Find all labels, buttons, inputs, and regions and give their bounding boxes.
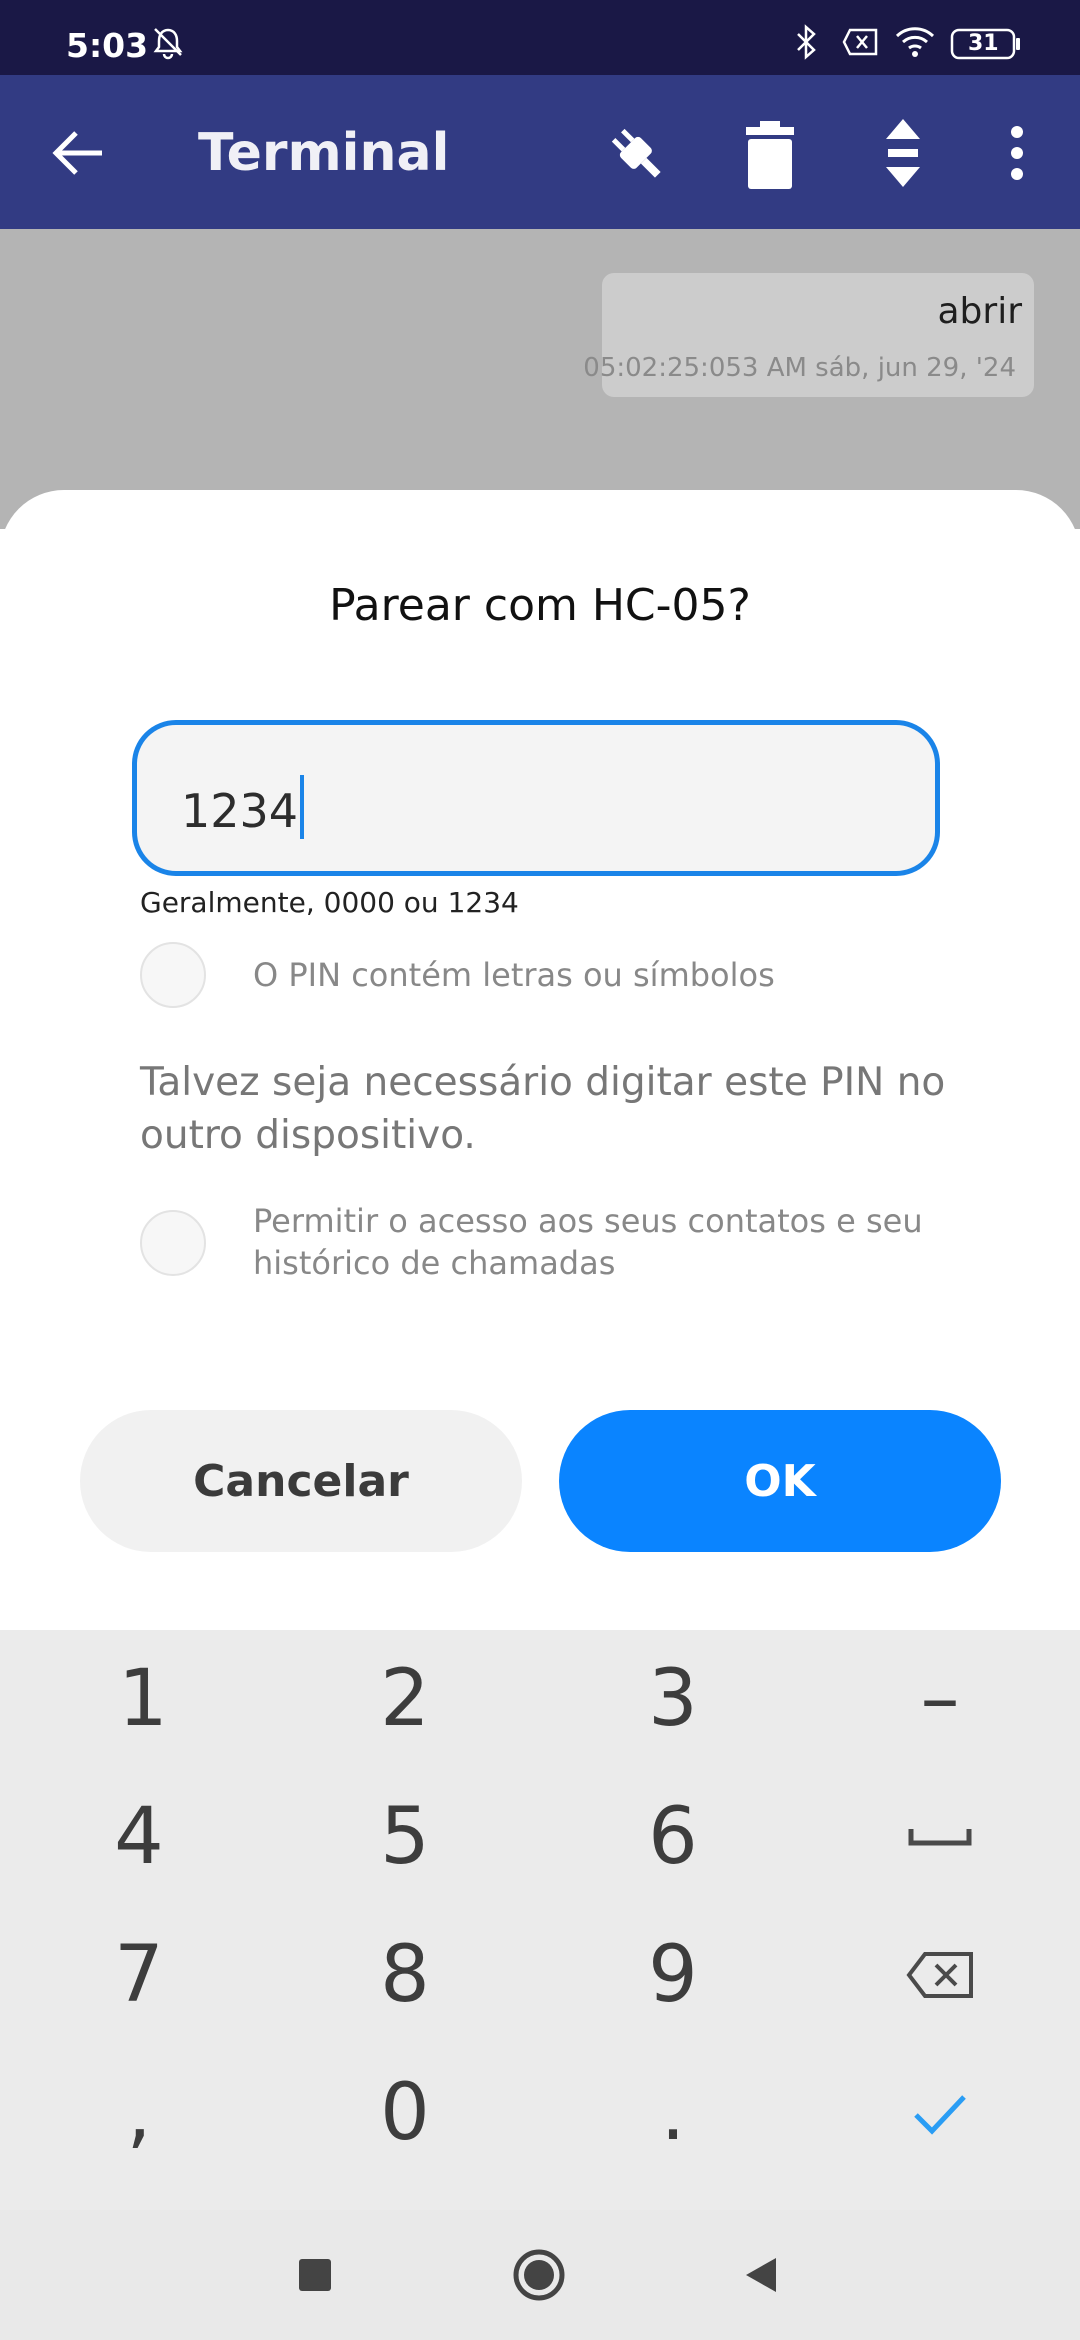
- home-circle-icon[interactable]: [512, 2248, 566, 2306]
- space-icon: [907, 1825, 973, 1849]
- key-0[interactable]: 0: [270, 2044, 540, 2182]
- back-arrow-icon[interactable]: [48, 125, 108, 185]
- key-5[interactable]: 5: [270, 1768, 540, 1906]
- terminal-area: abrir 05:02:25:053 AM sáb, jun 29, '24: [0, 229, 1080, 529]
- text-caret: [300, 775, 305, 839]
- key-8[interactable]: 8: [270, 1906, 540, 2044]
- backspace-key[interactable]: [805, 1906, 1075, 2044]
- alarm-off-icon: [150, 24, 186, 64]
- key-4[interactable]: 4: [4, 1768, 274, 1906]
- key-3[interactable]: 3: [538, 1630, 808, 1768]
- letters-symbols-checkbox[interactable]: [140, 942, 206, 1008]
- pin-info-text: Talvez seja necessário digitar este PIN …: [140, 1060, 946, 1158]
- wifi-icon: [894, 24, 936, 64]
- key-dash[interactable]: –: [805, 1630, 1075, 1768]
- app-bar: Terminal: [0, 75, 1080, 229]
- contacts-access-checkbox[interactable]: [140, 1210, 206, 1276]
- pin-input[interactable]: 1234: [132, 720, 940, 876]
- navigation-bar: [0, 2210, 1080, 2340]
- key-1[interactable]: 1: [8, 1630, 278, 1768]
- letters-symbols-label: O PIN contém letras ou símbolos: [253, 956, 775, 994]
- cancel-button[interactable]: Cancelar: [80, 1410, 522, 1552]
- key-period[interactable]: .: [538, 2044, 808, 2182]
- key-2[interactable]: 2: [270, 1630, 540, 1768]
- contacts-access-label: Permitir o acesso aos seus contatos e se…: [253, 1202, 923, 1282]
- key-6[interactable]: 6: [538, 1768, 808, 1906]
- back-triangle-icon[interactable]: [744, 2256, 778, 2298]
- pin-value: 1234: [181, 775, 305, 839]
- bluetooth-icon: [792, 24, 822, 64]
- message-bubble: abrir 05:02:25:053 AM sáb, jun 29, '24: [583, 273, 1034, 397]
- status-bar: 5:03 31: [0, 0, 1080, 75]
- no-sim-icon: [842, 24, 880, 64]
- more-vert-icon[interactable]: [1010, 125, 1024, 185]
- recents-square-icon[interactable]: [298, 2258, 332, 2296]
- key-7[interactable]: 7: [4, 1906, 274, 2044]
- battery-level: 31: [968, 31, 999, 56]
- done-key[interactable]: [805, 2044, 1075, 2182]
- dialog-title: Parear com HC-05?: [329, 580, 751, 631]
- pin-hint: Geralmente, 0000 ou 1234: [140, 886, 519, 919]
- key-comma[interactable]: ,: [4, 2044, 274, 2182]
- pairing-dialog: Parear com HC-05? 1234 Geralmente, 0000 …: [0, 490, 1080, 1630]
- ok-button[interactable]: OK: [559, 1410, 1001, 1552]
- numeric-keyboard: 1 2 3 – 4 5 6 7 8 9 , 0 .: [0, 1630, 1080, 2210]
- scroll-icon[interactable]: [880, 115, 926, 195]
- check-icon: [912, 2091, 968, 2135]
- app-title: Terminal: [198, 123, 450, 183]
- space-key[interactable]: [805, 1768, 1075, 1906]
- key-9[interactable]: 9: [538, 1906, 808, 2044]
- trash-icon[interactable]: [742, 119, 798, 195]
- message-timestamp: 05:02:25:053 AM sáb, jun 29, '24: [583, 353, 1016, 383]
- backspace-icon: [905, 1950, 975, 2000]
- message-text: abrir: [937, 291, 1022, 332]
- plug-icon[interactable]: [602, 119, 674, 195]
- status-time: 5:03: [66, 26, 149, 65]
